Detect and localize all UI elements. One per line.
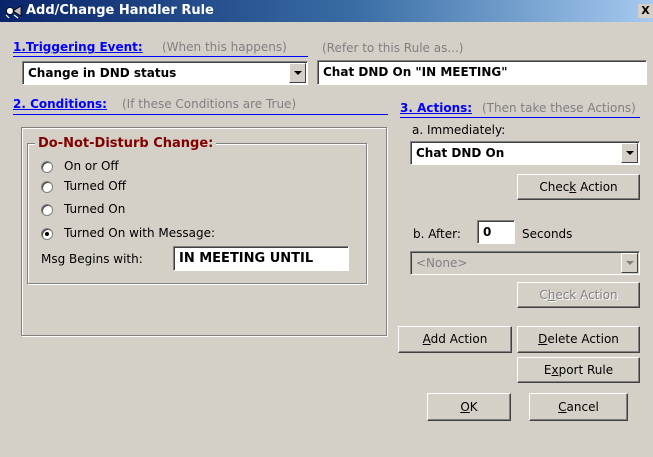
radio-turned-on[interactable] xyxy=(41,204,53,216)
window-title: Add/Change Handler Rule xyxy=(26,3,214,18)
after-action-select[interactable]: <None> xyxy=(410,251,640,275)
immediate-action-select[interactable]: Chat DND On xyxy=(410,141,640,165)
conditions-hint: (If these Conditions are True) xyxy=(122,97,297,111)
triggering-event-select[interactable]: Change in DND status xyxy=(22,61,308,85)
immediately-label: a. Immediately: xyxy=(412,123,506,137)
check-action-button[interactable]: Check Action xyxy=(517,174,640,200)
radio-on-or-off-label[interactable]: On or Off xyxy=(64,159,119,173)
msg-begins-input[interactable]: IN MEETING UNTIL xyxy=(173,246,349,271)
after-label: b. After: xyxy=(413,227,461,241)
dropdown-arrow-icon[interactable] xyxy=(289,63,306,83)
cancel-button[interactable]: Cancel xyxy=(529,393,628,421)
seconds-label: Seconds xyxy=(522,227,573,241)
immediate-action-value: Chat DND On xyxy=(416,146,505,160)
export-rule-button[interactable]: Export Rule xyxy=(517,357,640,383)
ok-button[interactable]: OK xyxy=(427,393,511,421)
triggering-event-hint: (When this happens) xyxy=(162,40,287,54)
radio-on-or-off[interactable] xyxy=(41,161,53,173)
radio-turned-on-with-message[interactable] xyxy=(41,228,53,240)
rule-name-hint: (Refer to this Rule as...) xyxy=(322,41,464,55)
radio-turned-off-label[interactable]: Turned Off xyxy=(64,179,126,193)
actions-hint: (Then take these Actions) xyxy=(482,101,636,115)
delete-action-button[interactable]: Delete Action xyxy=(517,326,640,353)
section1-divider xyxy=(13,56,308,57)
close-button[interactable]: X xyxy=(638,4,653,18)
after-action-value: <None> xyxy=(416,256,468,270)
close-icon: X xyxy=(641,4,650,17)
radio-turned-on-label[interactable]: Turned On xyxy=(64,202,125,216)
dnd-change-legend: Do-Not-Disturb Change: xyxy=(35,136,217,151)
actions-heading: 3. Actions: xyxy=(400,101,473,115)
handler-rule-icon xyxy=(5,5,22,19)
radio-turned-off[interactable] xyxy=(41,181,53,193)
radio-turned-on-with-message-label[interactable]: Turned On with Message: xyxy=(64,226,215,240)
add-action-button[interactable]: Add Action xyxy=(398,326,512,353)
conditions-heading: 2. Conditions: xyxy=(13,97,107,111)
section2-divider xyxy=(13,114,388,115)
title-bar[interactable]: Add/Change Handler Rule X xyxy=(0,0,653,22)
triggering-event-value: Change in DND status xyxy=(28,66,177,80)
rule-name-input[interactable]: Chat DND On "IN MEETING" xyxy=(317,60,647,85)
check-action-button-2[interactable]: Check Action xyxy=(517,282,640,308)
msg-begins-label: Msg Begins with: xyxy=(41,252,143,266)
section3-divider xyxy=(400,117,640,118)
dropdown-arrow-icon[interactable] xyxy=(621,143,638,163)
dropdown-arrow-icon[interactable] xyxy=(621,253,638,273)
after-seconds-input[interactable]: 0 xyxy=(477,220,515,244)
triggering-event-heading: 1.Triggering Event: xyxy=(13,40,143,54)
